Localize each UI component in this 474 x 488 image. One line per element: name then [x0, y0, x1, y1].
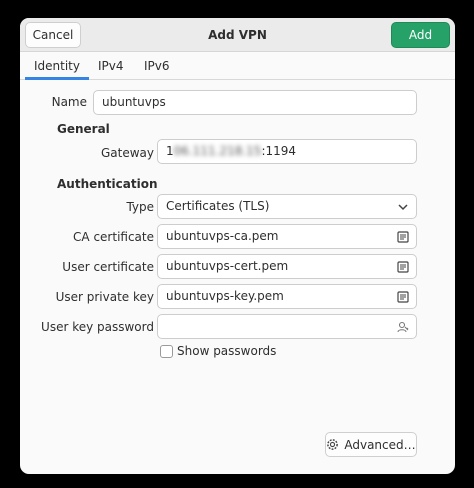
add-button[interactable]: Add: [391, 22, 450, 48]
ca-certificate-chooser[interactable]: ubuntuvps-ca.pem: [157, 224, 417, 249]
tab-identity[interactable]: Identity: [25, 52, 89, 80]
ca-certificate-label: CA certificate: [73, 230, 154, 244]
chevron-down-icon: [398, 204, 408, 211]
user-certificate-label: User certificate: [62, 260, 154, 274]
general-heading: General: [57, 122, 110, 136]
type-label: Type: [126, 200, 154, 214]
dialog-title: Add VPN: [208, 28, 267, 42]
user-key-password-input[interactable]: [157, 314, 417, 339]
type-dropdown[interactable]: Certificates (TLS): [157, 194, 417, 219]
show-passwords-checkbox[interactable]: [160, 345, 173, 358]
user-certificate-value: ubuntuvps-cert.pem: [166, 259, 289, 273]
name-input[interactable]: ubuntuvps: [93, 90, 417, 115]
ca-certificate-value: ubuntuvps-ca.pem: [166, 229, 279, 243]
gateway-value-redacted: 06.111.218.15: [173, 144, 262, 158]
user-private-key-value: ubuntuvps-key.pem: [166, 289, 284, 303]
gateway-input[interactable]: 106.111.218.15:1194: [157, 139, 417, 164]
user-private-key-chooser[interactable]: ubuntuvps-key.pem: [157, 284, 417, 309]
gateway-value-prefix: 1: [166, 144, 174, 158]
tab-ipv4[interactable]: IPv4: [89, 52, 133, 80]
tab-ipv6[interactable]: IPv6: [135, 52, 179, 80]
key-user-icon[interactable]: [396, 320, 410, 334]
document-open-icon[interactable]: [396, 290, 410, 304]
gear-icon: [327, 439, 339, 450]
gateway-label: Gateway: [100, 146, 154, 160]
user-private-key-label: User private key: [55, 290, 154, 304]
document-open-icon[interactable]: [396, 230, 410, 244]
name-label: Name: [51, 95, 87, 109]
gateway-value-port: :1194: [261, 144, 297, 158]
tab-bar: Identity IPv4 IPv6: [20, 52, 455, 80]
authentication-heading: Authentication: [57, 177, 158, 191]
cancel-button[interactable]: Cancel: [25, 22, 81, 48]
show-passwords-label: Show passwords: [177, 344, 277, 358]
header-bar: Cancel Add VPN Add: [20, 18, 455, 52]
type-value: Certificates (TLS): [166, 199, 270, 213]
user-certificate-chooser[interactable]: ubuntuvps-cert.pem: [157, 254, 417, 279]
add-vpn-dialog: Cancel Add VPN Add Identity IPv4 IPv6 Na…: [20, 18, 455, 474]
advanced-button[interactable]: Advanced…: [325, 432, 417, 457]
advanced-label: Advanced…: [344, 437, 416, 452]
document-open-icon[interactable]: [396, 260, 410, 274]
user-key-password-label: User key password: [41, 320, 154, 334]
